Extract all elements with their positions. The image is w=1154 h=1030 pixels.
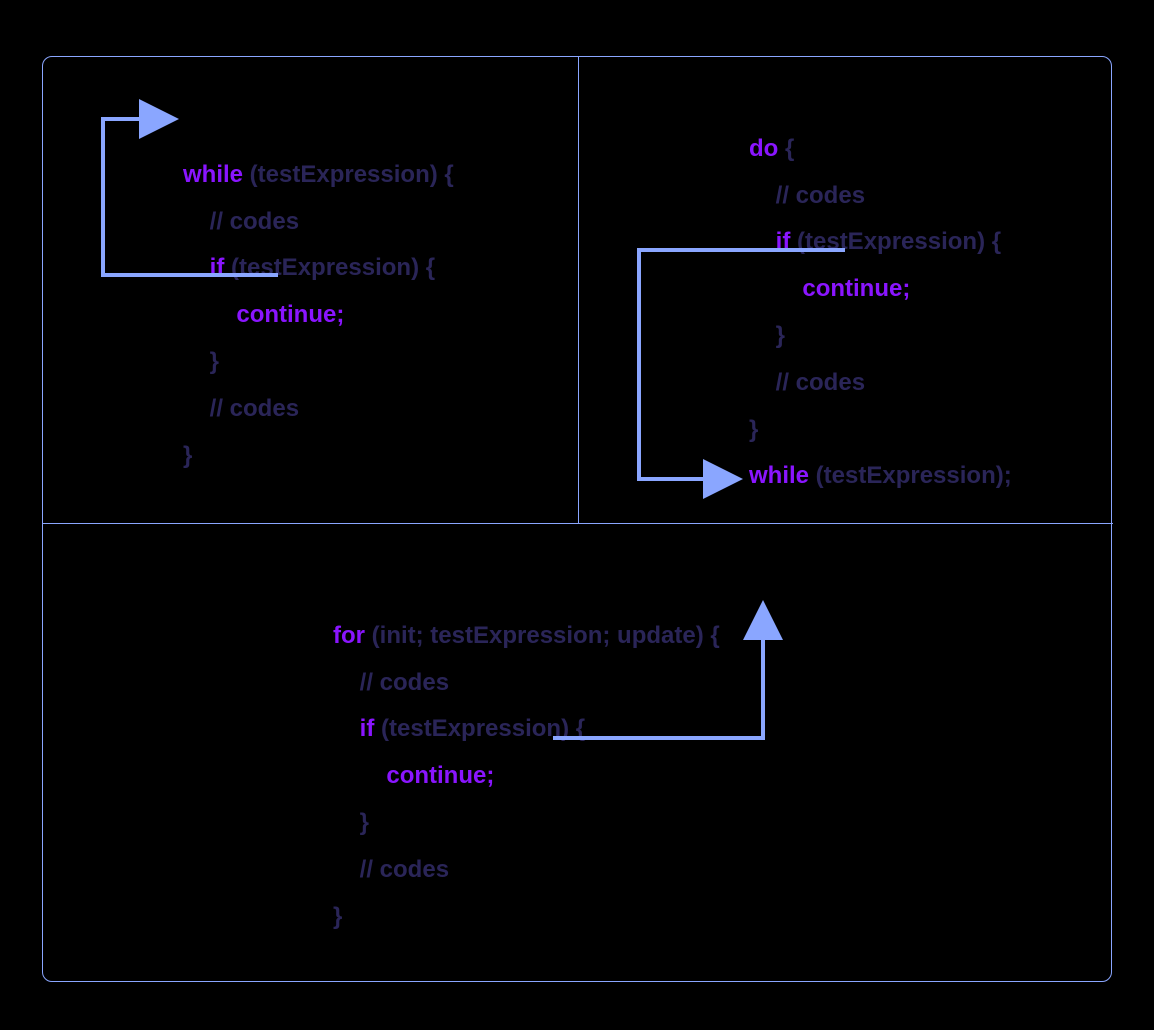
text: (testExpression) { bbox=[243, 161, 454, 188]
text: // codes bbox=[183, 395, 299, 422]
text: // codes bbox=[333, 856, 449, 883]
text: } bbox=[749, 322, 785, 349]
keyword-if: if bbox=[333, 715, 374, 742]
keyword-if: if bbox=[183, 254, 224, 281]
keyword-continue: continue; bbox=[183, 301, 344, 328]
text: // codes bbox=[333, 669, 449, 696]
text: } bbox=[749, 416, 758, 443]
text: { bbox=[778, 135, 794, 162]
keyword-do: do bbox=[749, 135, 778, 162]
keyword-continue: continue; bbox=[333, 762, 494, 789]
text: } bbox=[333, 903, 342, 930]
text: (init; testExpression; update) { bbox=[365, 622, 720, 649]
text: (testExpression); bbox=[809, 462, 1012, 489]
keyword-for: for bbox=[333, 622, 365, 649]
keyword-while: while bbox=[183, 161, 243, 188]
text: (testExpression) { bbox=[374, 715, 585, 742]
code-while: while (testExpression) { // codes if (te… bbox=[183, 105, 454, 526]
text: } bbox=[183, 442, 192, 469]
code-for: for (init; testExpression; update) { // … bbox=[333, 566, 720, 987]
text: (testExpression) { bbox=[224, 254, 435, 281]
text: } bbox=[183, 348, 219, 375]
text: // codes bbox=[183, 208, 299, 235]
text: (testExpression) { bbox=[790, 228, 1001, 255]
keyword-continue: continue; bbox=[749, 275, 910, 302]
text: // codes bbox=[749, 369, 865, 396]
code-dowhile: do { // codes if (testExpression) { cont… bbox=[749, 79, 1012, 547]
text: } bbox=[333, 809, 369, 836]
panel-dowhile: do { // codes if (testExpression) { cont… bbox=[578, 57, 1113, 523]
text: // codes bbox=[749, 182, 865, 209]
keyword-if: if bbox=[749, 228, 790, 255]
panel-for: for (init; testExpression; update) { // … bbox=[43, 523, 1113, 983]
keyword-while: while bbox=[749, 462, 809, 489]
panel-while: while (testExpression) { // codes if (te… bbox=[43, 57, 578, 523]
diagram-frame: while (testExpression) { // codes if (te… bbox=[42, 56, 1112, 982]
